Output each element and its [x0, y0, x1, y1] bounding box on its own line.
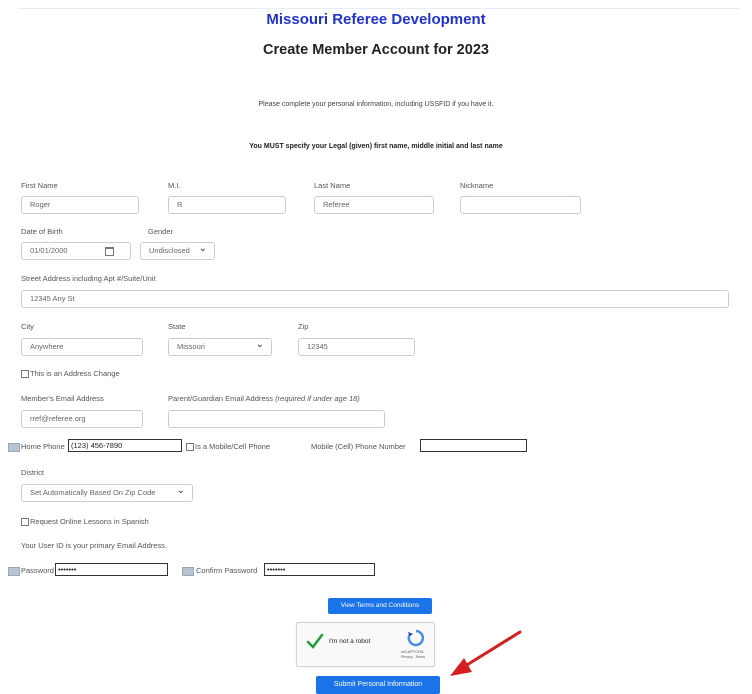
district-select[interactable]: Set Automatically Based On Zip Code — [21, 483, 193, 502]
mobile-phone-input[interactable] — [420, 439, 527, 452]
guardian-email-input[interactable] — [168, 410, 385, 428]
email-input[interactable]: rref@referee.org — [21, 410, 143, 428]
state-select[interactable]: Missouri — [168, 337, 272, 356]
home-phone-label: Home Phone — [21, 442, 65, 451]
mi-label: M.I. — [168, 181, 181, 190]
recaptcha-logo-icon — [407, 629, 425, 647]
view-terms-button[interactable]: View Terms and Conditions — [328, 598, 432, 614]
is-mobile-label: Is a Mobile/Cell Phone — [195, 442, 271, 451]
recaptcha-label: I'm not a robot — [329, 638, 371, 645]
recaptcha-widget: I'm not a robot reCAPTCHA Privacy - Term… — [296, 622, 435, 667]
confirm-password-icon — [182, 567, 194, 576]
calendar-icon[interactable] — [105, 247, 114, 256]
user-id-note: Your User ID is your primary Email Addre… — [21, 541, 168, 550]
district-label: District — [21, 468, 44, 477]
nickname-input[interactable] — [460, 196, 581, 214]
street-label: Street Address including Apt #/Suite/Uni… — [21, 274, 156, 283]
city-input[interactable]: Anywhere — [21, 338, 143, 356]
gender-label: Gender — [148, 227, 174, 236]
checkmark-icon[interactable] — [306, 633, 324, 649]
guardian-email-label: Parent/Guardian Email Address (required … — [168, 394, 360, 403]
home-phone-input[interactable]: (123) 456-7890 — [68, 439, 182, 452]
address-change-checkbox[interactable] — [21, 370, 29, 378]
street-input[interactable]: 12345 Any St — [21, 290, 729, 308]
confirm-password-input[interactable]: ••••••• — [264, 563, 375, 576]
mobile-phone-label: Mobile (Cell) Phone Number — [311, 442, 406, 451]
guardian-email-note: (required if under age 18) — [275, 394, 360, 403]
confirm-password-label: Confirm Password — [196, 566, 258, 575]
password-icon — [8, 567, 20, 576]
guardian-email-label-text: Parent/Guardian Email Address — [168, 394, 274, 403]
is-mobile-checkbox[interactable] — [186, 443, 194, 451]
zip-input[interactable]: 12345 — [298, 338, 415, 356]
legal-name-notice: You MUST specify your Legal (given) firs… — [249, 143, 503, 150]
last-name-input[interactable]: Referee — [314, 196, 434, 214]
top-divider — [18, 8, 740, 9]
recaptcha-brand: reCAPTCHA — [401, 649, 424, 654]
page-heading: Create Member Account for 2023 — [263, 42, 489, 58]
nickname-label: Nickname — [460, 181, 494, 190]
password-label: Password — [21, 566, 54, 575]
dob-label: Date of Birth — [21, 227, 63, 236]
first-name-input[interactable]: Roger — [21, 196, 139, 214]
password-input[interactable]: ••••••• — [55, 563, 168, 576]
intro-text: Please complete your personal informatio… — [258, 101, 494, 108]
state-label: State — [168, 322, 186, 331]
spanish-lessons-label: Request Online Lessons in Spanish — [30, 517, 149, 526]
recaptcha-links[interactable]: Privacy - Terms — [401, 655, 425, 659]
city-label: City — [21, 322, 34, 331]
spanish-lessons-checkbox[interactable] — [21, 518, 29, 526]
mi-input[interactable]: R — [168, 196, 286, 214]
submit-button[interactable]: Submit Personal Information — [316, 676, 440, 694]
address-change-label: This is an Address Change — [30, 369, 120, 378]
dob-input[interactable]: 01/01/2000 — [21, 242, 131, 260]
zip-label: Zip — [298, 322, 309, 331]
annotation-arrow-icon — [450, 630, 522, 676]
phone-icon — [8, 443, 20, 452]
site-title: Missouri Referee Development — [266, 11, 486, 28]
first-name-label: First Name — [21, 181, 58, 190]
last-name-label: Last Name — [314, 181, 351, 190]
dob-value: 01/01/2000 — [30, 246, 68, 255]
email-label: Member's Email Address — [21, 394, 104, 403]
gender-select[interactable]: Undisclosed — [140, 241, 215, 260]
